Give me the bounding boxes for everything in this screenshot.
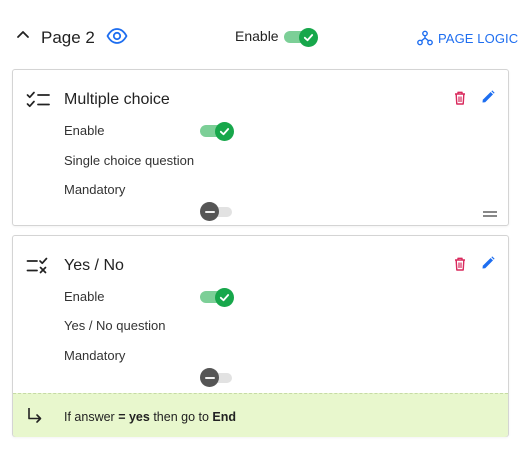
page-logic-label: PAGE LOGIC <box>438 30 519 46</box>
question-type-text: Single choice question <box>64 153 195 168</box>
check-icon <box>219 128 230 136</box>
logic-middle: then go to <box>153 410 209 424</box>
pencil-icon[interactable] <box>481 90 495 104</box>
logic-rule-text: If answer = yes then go to End <box>64 409 236 425</box>
check-icon <box>219 294 230 302</box>
question-enable-toggle[interactable] <box>200 121 234 141</box>
drag-handle[interactable] <box>483 211 497 217</box>
mandatory-toggle[interactable] <box>200 202 234 222</box>
toggle-knob <box>215 122 234 141</box>
page-logic-button[interactable]: PAGE LOGIC <box>417 29 518 47</box>
checklist-icon <box>26 91 50 108</box>
trash-icon[interactable] <box>454 257 466 271</box>
question-card[interactable]: Multiple choice Enable Single choice que… <box>12 69 509 226</box>
enable-label: Enable <box>64 123 105 138</box>
enable-label: Enable <box>64 289 105 304</box>
logic-target: End <box>212 410 237 424</box>
branch-icon <box>417 30 433 46</box>
logic-prefix: If answer <box>64 410 115 424</box>
question-type-text: Yes / No question <box>64 318 166 333</box>
check-icon <box>303 34 314 42</box>
mandatory-toggle[interactable] <box>200 368 234 388</box>
drag-line <box>483 215 497 217</box>
minus-icon <box>204 210 215 213</box>
eye-icon[interactable] <box>106 27 128 45</box>
question-title: Multiple choice <box>64 91 170 108</box>
toggle-knob <box>215 288 234 307</box>
page-header: Page 2 Enable PAGE LOGIC <box>0 0 519 70</box>
logic-condition: = yes <box>118 410 150 424</box>
trash-icon[interactable] <box>454 91 466 105</box>
toggle-knob <box>200 202 219 221</box>
mandatory-label: Mandatory <box>64 348 126 363</box>
question-logic-rule[interactable]: If answer = yes then go to End <box>13 393 508 437</box>
question-enable-toggle[interactable] <box>200 287 234 307</box>
toggle-knob <box>299 28 318 47</box>
page-enable-toggle[interactable] <box>284 27 318 47</box>
yes-no-icon <box>26 257 48 274</box>
question-title: Yes / No <box>64 257 124 274</box>
return-arrow-icon <box>28 408 42 423</box>
question-card[interactable]: Yes / No Enable Yes / No question Mandat… <box>12 235 509 437</box>
page-title: Page 2 <box>41 28 95 47</box>
toggle-knob <box>200 368 219 387</box>
minus-icon <box>204 376 215 379</box>
mandatory-label: Mandatory <box>64 182 126 197</box>
page-enable-label: Enable <box>235 28 279 44</box>
chevron-up-icon[interactable] <box>16 28 30 42</box>
pencil-icon[interactable] <box>481 256 495 270</box>
drag-line <box>483 211 497 213</box>
